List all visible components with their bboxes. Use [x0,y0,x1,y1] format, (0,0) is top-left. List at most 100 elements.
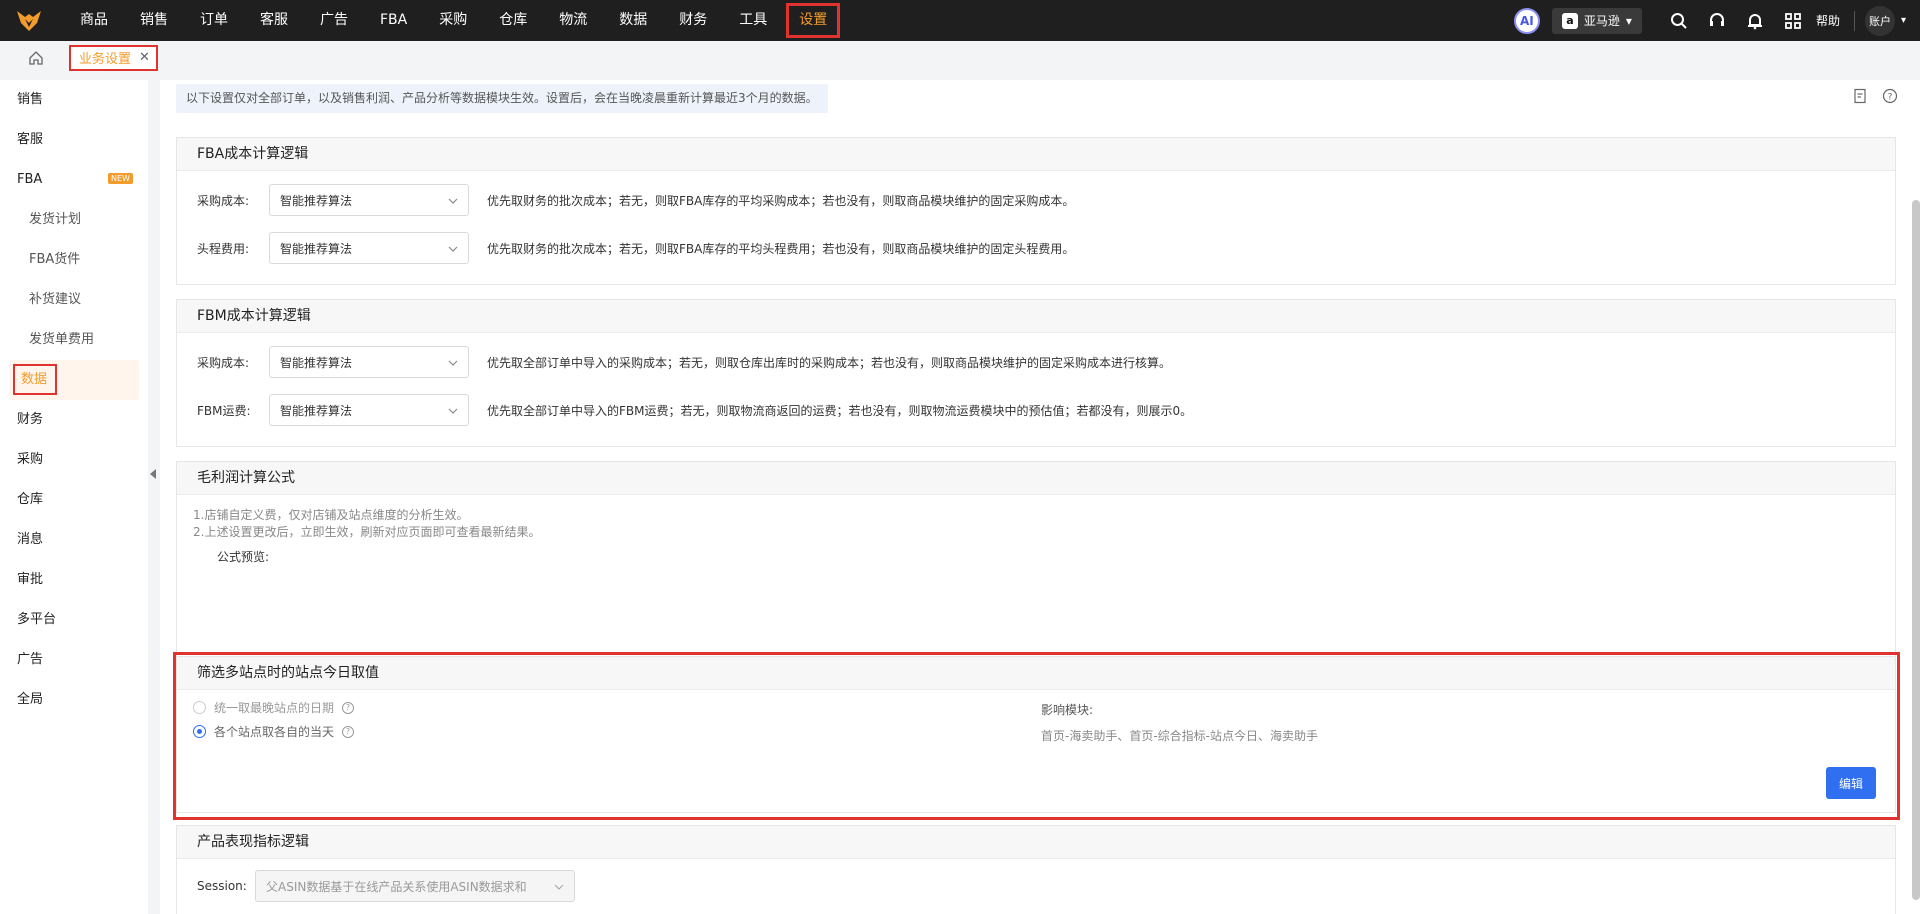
fba-firstleg-cost-select[interactable]: 智能推荐算法 [269,232,469,264]
caret-down-icon: ▾ [1625,13,1632,28]
page-actions: ? [1852,88,1898,108]
divider [1853,10,1855,31]
scrollbar[interactable] [1912,200,1920,900]
formula-preview-label: 公式预览: [217,550,270,564]
nav-item-tools[interactable]: 工具 [723,0,783,41]
sidebar-item-service[interactable]: 客服 [0,120,148,160]
option-latest-site-date[interactable]: 统一取最晚站点的日期 ? [193,699,355,716]
bell-icon[interactable] [1736,0,1774,41]
sidebar-item-ads[interactable]: 广告 [0,640,148,680]
sidebar-item-messages[interactable]: 消息 [0,520,148,560]
nav-item-sales[interactable]: 销售 [124,0,184,41]
sidebar-item-replenish[interactable]: 补货建议 [0,280,148,320]
sidebar: 销售 客服 FBA NEW 发货计划 FBA货件 补货建议 发货单费用 数据 财… [0,80,148,914]
edit-site-today-button[interactable]: 编辑 [1826,767,1876,799]
tab-business-settings[interactable]: 业务设置 ✕ [69,44,158,71]
fbm-purchase-cost-row: 采购成本: 智能推荐算法 优先取全部订单中导入的采购成本；若无，则取仓库出库时的… [197,346,1171,378]
fbm-purchase-cost-select[interactable]: 智能推荐算法 [269,346,469,378]
document-icon[interactable] [1852,88,1868,108]
option-each-site-today[interactable]: 各个站点取各自的当天 ? [193,723,355,740]
option-label: 统一取最晚站点的日期 [214,701,335,715]
nav-item-purchase[interactable]: 采购 [423,0,483,41]
nav-item-warehouse[interactable]: 仓库 [483,0,543,41]
sidebar-item-approval[interactable]: 审批 [0,560,148,600]
app-logo[interactable] [8,0,50,41]
impact-label: 影响模块: [1041,703,1094,717]
chevron-down-icon [448,241,458,255]
note-line: 1.店铺自定义费，仅对店铺及站点维度的分析生效。 [193,508,469,522]
svg-text:?: ? [1888,93,1893,103]
nav-item-data[interactable]: 数据 [603,0,663,41]
panel-title: FBA成本计算逻辑 [177,138,1895,171]
account-menu[interactable]: 账户 ▾ [1864,5,1906,36]
sidebar-item-purchase[interactable]: 采购 [0,440,148,480]
tab-label: 业务设置 [79,52,132,67]
amazon-logo-icon: a [1561,12,1578,29]
fba-purchase-cost-select[interactable]: 智能推荐算法 [269,184,469,216]
top-right-tools: AI a 亚马逊 ▾ 帮助 账户 ▾ [1513,0,1920,41]
marketplace-select[interactable]: a 亚马逊 ▾ [1551,7,1642,34]
main-nav: 商品 销售 订单 客服 广告 FBA 采购 仓库 物流 数据 财务 工具 设置 [64,0,843,41]
nav-item-finance[interactable]: 财务 [663,0,723,41]
fba-cost-panel: FBA成本计算逻辑 采购成本: 智能推荐算法 优先取财务的批次成本；若无，则取F… [176,137,1896,285]
main-content: 以下设置仅对全部订单，以及销售利润、产品分析等数据模块生效。设置后，会在当晚凌晨… [160,80,1920,914]
panel-title: 毛利润计算公式 [177,462,1895,495]
session-row: Session: 父ASIN数据基于在线产品关系使用ASIN数据求和 [197,870,575,902]
nav-item-ads[interactable]: 广告 [304,0,364,41]
ai-assistant-button[interactable]: AI [1513,7,1540,34]
nav-item-logistics[interactable]: 物流 [543,0,603,41]
fbm-shipping-row: FBM运费: 智能推荐算法 优先取全部订单中导入的FBM运费；若无，则取物流商返… [197,394,1192,426]
sidebar-item-fba-shipment[interactable]: FBA货件 [0,240,148,280]
impact-value: 首页-海卖助手、首页-综合指标-站点今日、海卖助手 [1041,729,1318,743]
help-circle-icon[interactable]: ? [342,725,355,738]
field-description: 优先取财务的批次成本；若无，则取FBA库存的平均采购成本；若也没有，则取商品模块… [487,193,1075,208]
help-link[interactable]: 帮助 [1816,12,1840,29]
sidebar-item-fba[interactable]: FBA NEW [0,160,148,200]
close-icon[interactable]: ✕ [139,50,150,65]
home-icon[interactable] [21,45,51,71]
radio-button[interactable] [193,701,206,714]
panel-title: FBM成本计算逻辑 [177,300,1895,333]
sidebar-item-finance[interactable]: 财务 [0,400,148,440]
field-label: 头程费用: [197,241,250,256]
fbm-shipping-select[interactable]: 智能推荐算法 [269,394,469,426]
select-value: 智能推荐算法 [280,193,353,208]
fba-firstleg-cost-row: 头程费用: 智能推荐算法 优先取财务的批次成本；若无，则取FBA库存的平均头程费… [197,232,1074,264]
help-circle-icon[interactable]: ? [342,701,355,714]
chevron-down-icon [554,879,564,893]
sidebar-item-warehouse[interactable]: 仓库 [0,480,148,520]
chevron-down-icon [448,403,458,417]
nav-item-fba[interactable]: FBA [364,0,423,41]
headset-icon[interactable] [1698,0,1736,41]
session-select[interactable]: 父ASIN数据基于在线产品关系使用ASIN数据求和 [255,870,575,902]
sidebar-item-global[interactable]: 全局 [0,680,148,720]
sidebar-item-multiplatform[interactable]: 多平台 [0,600,148,640]
caret-down-icon: ▾ [1900,15,1906,26]
select-value: 父ASIN数据基于在线产品关系使用ASIN数据求和 [266,879,527,894]
nav-item-settings[interactable]: 设置 [783,0,843,41]
nav-item-service[interactable]: 客服 [244,0,304,41]
field-label: FBM运费: [197,403,251,418]
info-notice: 以下设置仅对全部订单，以及销售利润、产品分析等数据模块生效。设置后，会在当晚凌晨… [176,84,828,113]
nav-item-products[interactable]: 商品 [64,0,124,41]
note-line: 2.上述设置更改后，立即生效，刷新对应页面即可查看最新结果。 [193,525,541,539]
help-circle-icon[interactable]: ? [1882,88,1898,108]
radio-button[interactable] [193,725,206,738]
select-value: 智能推荐算法 [280,355,353,370]
fbm-cost-panel: FBM成本计算逻辑 采购成本: 智能推荐算法 优先取全部订单中导入的采购成本；若… [176,299,1896,447]
collapse-sidebar-icon[interactable] [148,454,158,494]
field-label: 采购成本: [197,193,250,208]
option-label: 各个站点取各自的当天 [214,725,335,739]
sidebar-item-shipment-plan[interactable]: 发货计划 [0,200,148,240]
apps-grid-icon[interactable] [1774,0,1812,41]
sidebar-item-sales[interactable]: 销售 [0,80,148,120]
sidebar-item-data[interactable]: 数据 [9,360,139,400]
fba-purchase-cost-row: 采购成本: 智能推荐算法 优先取财务的批次成本；若无，则取FBA库存的平均采购成… [197,184,1074,216]
search-icon[interactable] [1660,0,1698,41]
panel-title: 筛选多站点时的站点今日取值 [177,657,1895,690]
select-value: 智能推荐算法 [280,403,353,418]
field-description: 优先取全部订单中导入的FBM运费；若无，则取物流商返回的运费；若也没有，则取物流… [487,403,1193,418]
nav-item-orders[interactable]: 订单 [184,0,244,41]
sidebar-item-shipment-fees[interactable]: 发货单费用 [0,320,148,360]
field-description: 优先取全部订单中导入的采购成本；若无，则取仓库出库时的采购成本；若也没有，则取商… [487,355,1172,370]
